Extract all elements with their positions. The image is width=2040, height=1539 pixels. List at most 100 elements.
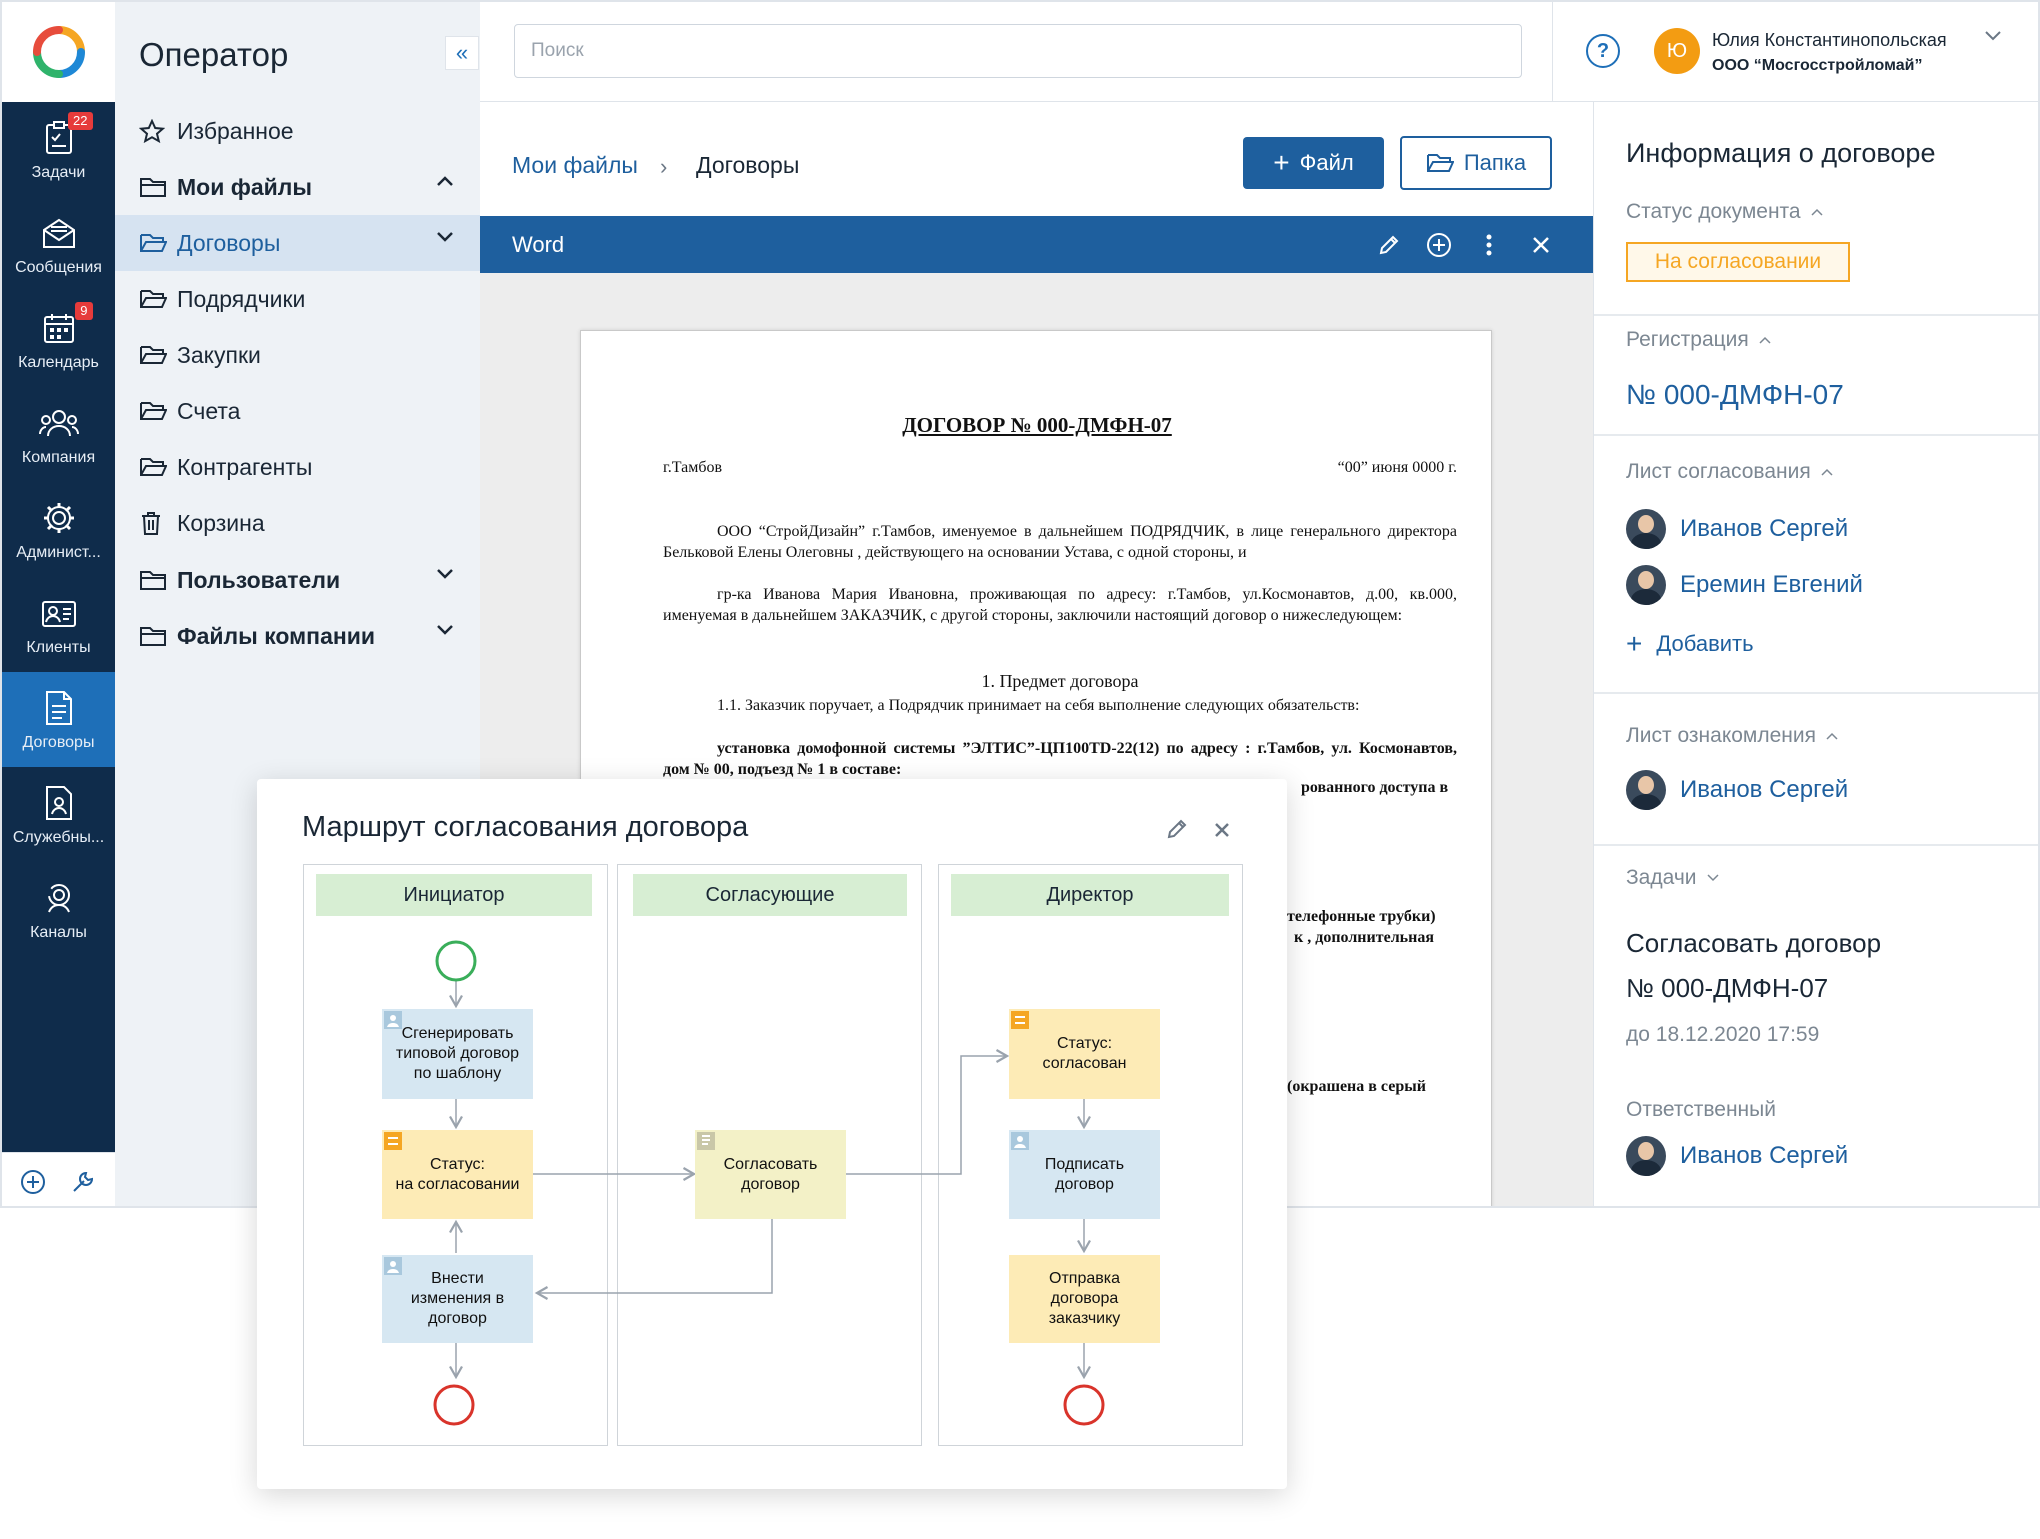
topbar-divider — [1552, 2, 1553, 102]
route-node-sign[interactable]: Подписать договор — [1009, 1130, 1160, 1219]
sidebar-item-trash[interactable]: Корзина — [115, 495, 480, 551]
add-button[interactable] — [1424, 230, 1454, 260]
review-section-header[interactable]: Лист ознакомления — [1626, 724, 1838, 748]
route-node-send[interactable]: Отправка договора заказчику — [1009, 1255, 1160, 1343]
rail-footer — [2, 1152, 115, 1206]
sidebar-item-counterparties[interactable]: Контрагенты — [115, 439, 480, 495]
task-number[interactable]: № 000-ДМФН-07 — [1626, 973, 1828, 1004]
chevron-down-icon[interactable] — [436, 231, 454, 243]
channels-icon — [47, 883, 70, 912]
sidebar-item-purchases[interactable]: Закупки — [115, 327, 480, 383]
rail-item-company[interactable]: Компания — [2, 387, 115, 482]
rail-item-admin[interactable]: Админист... — [2, 482, 115, 577]
folder-open-icon — [1426, 154, 1454, 172]
section-divider — [1594, 692, 2038, 694]
tasks-section-header[interactable]: Задачи — [1626, 866, 1719, 890]
rail-item-contracts[interactable]: Договоры — [2, 672, 115, 767]
folder-icon — [140, 571, 166, 590]
chevron-up-icon[interactable] — [436, 175, 454, 187]
app-logo[interactable] — [2, 2, 115, 102]
responsible-item[interactable]: Иванов Сергей — [1626, 1136, 1848, 1176]
status-change-icon — [384, 1132, 402, 1150]
messages-icon — [42, 218, 75, 248]
route-node-approve[interactable]: Согласовать договор — [695, 1130, 846, 1219]
section-divider — [1594, 314, 2038, 316]
sidebar-item-label: Счета — [177, 397, 241, 424]
status-badge: На согласовании — [1626, 242, 1850, 282]
sidebar-item-contracts[interactable]: Договоры — [115, 215, 480, 271]
rail-item-messages[interactable]: Сообщения — [2, 197, 115, 292]
folder-open-icon — [140, 458, 167, 476]
document-title: ДОГОВОР № 000-ДМФН-07 — [902, 413, 1172, 437]
add-circle-icon[interactable] — [20, 1169, 46, 1195]
route-node-label: Статус: согласован — [1042, 1035, 1127, 1072]
rail-item-calendar[interactable]: 9 Календарь — [2, 292, 115, 387]
sidebar-item-label: Подрядчики — [177, 285, 306, 312]
collapse-sidebar-button[interactable]: « — [445, 36, 479, 70]
rail-item-service[interactable]: Служебны... — [2, 767, 115, 862]
add-file-button[interactable]: + Файл — [1243, 137, 1384, 189]
end-event-icon — [433, 1384, 475, 1426]
task-due-date: до 18.12.2020 17:59 — [1626, 1023, 1820, 1046]
chevron-down-icon[interactable] — [436, 568, 454, 580]
viewer-title: Word — [512, 232, 565, 257]
star-icon — [139, 119, 165, 143]
avatar — [1626, 509, 1666, 549]
wrench-icon[interactable] — [70, 1169, 96, 1195]
approver-item[interactable]: Еремин Евгений — [1626, 565, 1863, 605]
sidebar-item-users[interactable]: Пользователи — [115, 552, 480, 608]
chevron-down-icon — [1706, 874, 1719, 882]
add-approver-button[interactable]: + Добавить — [1626, 630, 1754, 658]
document-place-date: г.Тамбов “00” июня 0000 г. — [663, 459, 1457, 477]
registration-section-header[interactable]: Регистрация — [1626, 328, 1771, 352]
approver-item[interactable]: Иванов Сергей — [1626, 509, 1848, 549]
user-task-icon — [384, 1011, 402, 1029]
help-icon[interactable]: ? — [1586, 34, 1620, 68]
user-avatar[interactable]: Ю — [1654, 28, 1700, 74]
registration-number[interactable]: № 000-ДМФН-07 — [1626, 379, 1844, 411]
route-node-status-approved[interactable]: Статус: согласован — [1009, 1009, 1160, 1099]
more-button[interactable] — [1474, 230, 1504, 260]
sidebar-item-favorites[interactable]: Избранное — [115, 103, 480, 159]
approval-section-header[interactable]: Лист согласования — [1626, 460, 1833, 484]
route-node-status-review[interactable]: Статус: на согласовании — [382, 1130, 533, 1219]
task-title[interactable]: Согласовать договор — [1626, 928, 1881, 959]
reviewer-item[interactable]: Иванов Сергей — [1626, 770, 1848, 810]
sidebar-item-my-files[interactable]: Мои файлы — [115, 159, 480, 215]
breadcrumb-my-files[interactable]: Мои файлы — [512, 152, 638, 179]
sidebar-item-invoices[interactable]: Счета — [115, 383, 480, 439]
route-node-label: Статус: на согласовании — [395, 1155, 520, 1193]
status-section-header[interactable]: Статус документа — [1626, 200, 1823, 224]
close-viewer-button[interactable] — [1526, 230, 1556, 260]
chevron-up-icon — [1759, 336, 1771, 344]
sidebar-item-contractors[interactable]: Подрядчики — [115, 271, 480, 327]
document-paragraph: ООО “СтройДизайн” г.Тамбов, именуемое в … — [663, 523, 1457, 561]
document-paragraph: 1.1. Заказчик поручает, а Подрядчик прин… — [717, 697, 1360, 714]
approval-route-dialog: Маршрут согласования договора Инициатор … — [257, 779, 1287, 1489]
chevron-up-icon — [1821, 468, 1833, 476]
section-divider — [1594, 844, 2038, 846]
route-node-label: Подписать договор — [1044, 1155, 1125, 1193]
sidebar-item-company-files[interactable]: Файлы компании — [115, 608, 480, 664]
avatar — [1626, 770, 1666, 810]
route-node-label: Отправка договора заказчику — [1048, 1270, 1121, 1327]
rail-item-channels[interactable]: Каналы — [2, 862, 115, 957]
plus-icon: + — [1273, 147, 1290, 178]
plus-icon: + — [1626, 628, 1643, 659]
section-divider — [1594, 434, 2038, 436]
contract-info-panel: Информация о договоре Статус документа Н… — [1593, 102, 2038, 1206]
user-name[interactable]: Юлия Константинопольская — [1712, 30, 1947, 51]
plus-circle-icon — [1427, 233, 1451, 257]
route-node-generate[interactable]: Сгенерировать типовой договор по шаблону — [382, 1009, 533, 1099]
chevron-down-icon[interactable] — [436, 624, 454, 636]
rail-item-label: Договоры — [22, 733, 95, 751]
rail-item-tasks[interactable]: 22 Задачи — [2, 102, 115, 197]
add-folder-button[interactable]: Папка — [1400, 136, 1552, 190]
search-input[interactable] — [514, 24, 1522, 78]
route-node-edit[interactable]: Внести изменения в договор — [382, 1255, 533, 1343]
rail-item-clients[interactable]: Клиенты — [2, 577, 115, 672]
user-task-icon — [1011, 1132, 1029, 1150]
chevron-down-icon[interactable] — [1984, 30, 2002, 42]
approval-label: Лист согласования — [1626, 460, 1811, 483]
edit-button[interactable] — [1374, 230, 1404, 260]
